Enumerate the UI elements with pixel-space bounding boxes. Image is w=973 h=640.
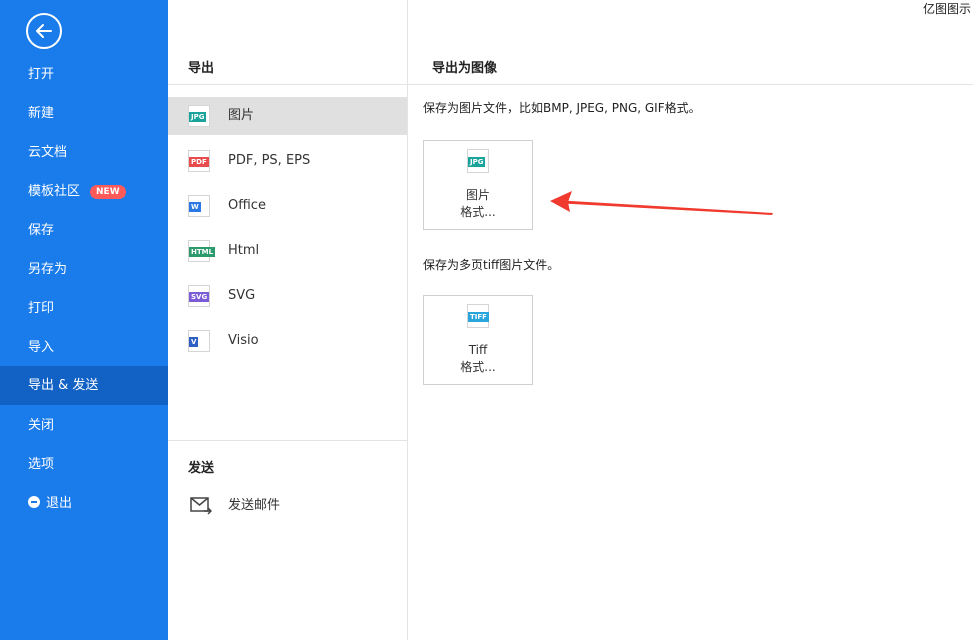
section-divider <box>168 440 407 441</box>
sidebar-item-new[interactable]: 新建 <box>0 94 168 133</box>
sidebar-item-print[interactable]: 打印 <box>0 289 168 328</box>
sidebar-item-template-community[interactable]: 模板社区 NEW <box>0 172 168 211</box>
sidebar-item-label: 退出 <box>46 496 73 511</box>
sidebar-item-save-as[interactable]: 另存为 <box>0 250 168 289</box>
image-format-line1: 图片 <box>465 188 490 202</box>
format-item-svg[interactable]: SVG SVG <box>168 277 407 315</box>
send-email-label: 发送邮件 <box>228 498 281 513</box>
sidebar-item-save[interactable]: 保存 <box>0 211 168 250</box>
sidebar: 打开 新建 云文档 模板社区 NEW 保存 另存为 打印 导入 导出 & 发送 关… <box>0 0 168 640</box>
svg-file-icon: SVG <box>188 285 210 307</box>
sidebar-item-label: 选项 <box>28 457 55 472</box>
sidebar-item-export-send[interactable]: 导出 & 发送 <box>0 366 168 405</box>
sidebar-item-label: 另存为 <box>28 262 68 277</box>
format-label: SVG <box>228 288 256 303</box>
sidebar-item-label: 新建 <box>28 106 55 121</box>
mail-send-icon <box>190 497 212 515</box>
visio-file-icon: V <box>188 330 210 352</box>
sidebar-item-options[interactable]: 选项 <box>0 445 168 484</box>
sidebar-item-exit[interactable]: 退出 <box>0 484 168 523</box>
jpg-file-icon: JPG <box>467 149 489 173</box>
format-item-image[interactable]: JPG 图片 <box>168 97 407 135</box>
format-label: PDF, PS, EPS <box>228 153 311 168</box>
tiff-description: 保存为多页tiff图片文件。 <box>423 258 560 272</box>
sidebar-item-close[interactable]: 关闭 <box>0 406 168 445</box>
sidebar-item-label: 导入 <box>28 340 55 355</box>
sidebar-item-label: 关闭 <box>28 418 55 433</box>
app-title: 亿图图示 <box>922 2 971 16</box>
pdf-file-icon: PDF <box>188 150 210 172</box>
format-item-html[interactable]: HTML Html <box>168 232 407 270</box>
image-format-label: 图片 格式... <box>424 187 532 221</box>
back-arrow-icon[interactable] <box>26 13 62 49</box>
format-label: Office <box>228 198 266 213</box>
tiff-file-icon: TIFF <box>467 304 489 328</box>
sidebar-item-import[interactable]: 导入 <box>0 328 168 367</box>
format-label: Html <box>228 243 260 258</box>
format-label: 图片 <box>228 108 255 123</box>
export-format-panel: 导出 JPG 图片 PDF PDF, PS, EPS W Office HTML… <box>168 0 408 640</box>
tiff-format-line1: Tiff <box>468 343 488 357</box>
new-badge: NEW <box>90 185 126 199</box>
sidebar-item-label: 云文档 <box>28 145 68 160</box>
sidebar-item-cloud-docs[interactable]: 云文档 <box>0 133 168 172</box>
format-item-visio[interactable]: V Visio <box>168 322 407 360</box>
sidebar-item-label: 打印 <box>28 301 55 316</box>
sidebar-item-label: 模板社区 <box>28 184 81 199</box>
tiff-format-label: Tiff 格式... <box>424 342 532 376</box>
tiff-format-line2: 格式... <box>460 360 496 374</box>
export-heading: 导出 <box>188 61 215 76</box>
jpg-file-icon: JPG <box>188 105 210 127</box>
image-format-line2: 格式... <box>460 205 496 219</box>
format-item-office[interactable]: W Office <box>168 187 407 225</box>
sidebar-item-label: 保存 <box>28 223 55 238</box>
tiff-format-button[interactable]: TIFF Tiff 格式... <box>423 295 533 385</box>
image-description: 保存为图片文件，比如BMP, JPEG, PNG, GIF格式。 <box>423 101 701 115</box>
html-file-icon: HTML <box>188 240 216 262</box>
image-format-button[interactable]: JPG 图片 格式... <box>423 140 533 230</box>
sidebar-item-label: 打开 <box>28 67 55 82</box>
sidebar-item-label: 导出 & 发送 <box>28 378 99 393</box>
word-file-icon: W <box>188 195 210 217</box>
send-heading: 发送 <box>188 461 215 476</box>
minus-circle-icon <box>28 496 40 508</box>
sidebar-item-open[interactable]: 打开 <box>0 55 168 94</box>
red-arrow-annotation <box>550 191 773 215</box>
format-label: Visio <box>228 333 259 348</box>
content-heading: 导出为图像 <box>432 61 498 76</box>
format-item-pdf[interactable]: PDF PDF, PS, EPS <box>168 142 407 180</box>
send-email-item[interactable]: 发送邮件 <box>168 487 407 525</box>
